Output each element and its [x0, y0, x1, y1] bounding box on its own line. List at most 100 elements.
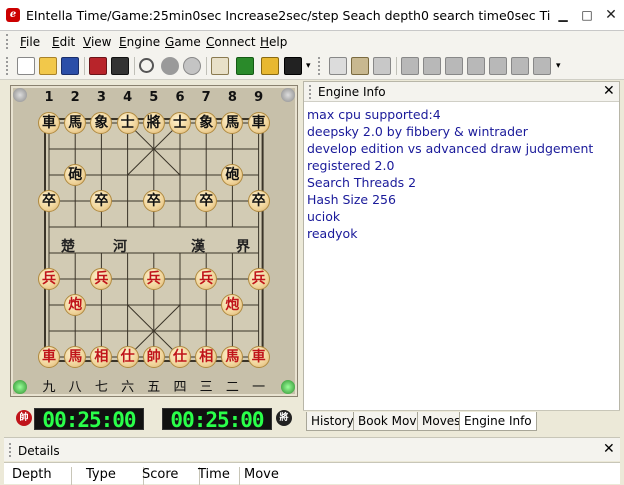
red-piece[interactable]: 仕 — [169, 346, 191, 368]
file-label: 2 — [70, 90, 80, 105]
copy-icon[interactable] — [329, 57, 347, 75]
forward-icon[interactable] — [511, 57, 529, 75]
black-piece[interactable]: 將 — [142, 112, 165, 134]
column-header-depth[interactable]: Depth — [12, 467, 72, 485]
river-label: 河 — [113, 239, 127, 255]
new-icon[interactable] — [17, 57, 35, 75]
black-piece[interactable]: 車 — [247, 112, 270, 134]
black-piece[interactable]: 士 — [169, 112, 191, 134]
menu-edit[interactable]: Edit — [52, 35, 75, 49]
file-label: 七 — [94, 380, 108, 395]
red-piece[interactable]: 仕 — [116, 346, 139, 368]
column-header-move[interactable]: Move — [244, 467, 364, 485]
black-side-indicator: 將 — [276, 410, 292, 426]
tab-engine-info[interactable]: Engine Info — [459, 412, 537, 431]
red-piece[interactable]: 車 — [38, 346, 60, 368]
undo-icon[interactable] — [401, 57, 419, 75]
black-soldier[interactable]: 卒 — [142, 190, 165, 212]
engine-line: develop edition vs advanced draw judgeme… — [307, 141, 594, 156]
file-label: 一 — [252, 380, 266, 395]
file-label: 7 — [201, 90, 211, 105]
column-header-score[interactable]: Score — [142, 467, 200, 485]
menu-help[interactable]: Help — [260, 35, 287, 49]
engine-info-panel: Engine Info ✕ max cpu supported:4 deepsk… — [303, 81, 620, 431]
engine-line: max cpu supported:4 — [307, 107, 441, 122]
black-clock: 00:25:00 — [162, 408, 272, 431]
app-icon: e — [6, 8, 20, 22]
menu-connect[interactable]: Connect — [206, 35, 256, 49]
river-label: 界 — [236, 239, 250, 255]
menu-engine[interactable]: Engine — [119, 35, 160, 49]
window-title: EIntella Time/Game:25min0sec Increase2se… — [26, 8, 550, 23]
panel-grip — [309, 85, 312, 99]
edit-position-icon[interactable] — [211, 57, 229, 75]
menu-view[interactable]: View — [83, 35, 111, 49]
clock-row: 帥 00:25:00 00:25:00 將 — [4, 406, 300, 432]
red-clock: 00:25:00 — [34, 408, 144, 431]
first-icon[interactable] — [423, 57, 441, 75]
next-icon[interactable] — [489, 57, 507, 75]
engine-line: Hash Size 256 — [307, 192, 396, 207]
details-header: Details ✕ — [4, 437, 620, 461]
stop-icon[interactable] — [161, 57, 179, 75]
menu-game[interactable]: Game — [165, 35, 201, 49]
details-table: Depth Type Score Time Move — [4, 462, 620, 485]
file-label: 八 — [68, 380, 82, 395]
toolbar-separator — [84, 57, 85, 75]
lock-icon[interactable] — [261, 57, 279, 75]
file-label: 六 — [121, 380, 135, 395]
minimize-button[interactable]: ▁ — [555, 7, 571, 23]
black-soldier[interactable]: 卒 — [38, 190, 60, 212]
refresh-icon[interactable] — [183, 57, 201, 75]
close-icon[interactable]: ✕ — [603, 441, 615, 457]
file-label: 9 — [254, 90, 264, 105]
paste-icon[interactable] — [351, 57, 369, 75]
file-label: 1 — [44, 90, 54, 105]
engine-line: deepsky 2.0 by fibbery & wintrader — [307, 124, 528, 139]
red-soldier[interactable]: 兵 — [142, 268, 165, 290]
chevron-down-icon[interactable]: ▾ — [306, 61, 311, 71]
toolbar-separator — [396, 57, 397, 75]
red-soldier[interactable]: 兵 — [38, 268, 60, 290]
tab-history[interactable]: History — [306, 412, 359, 431]
black-piece[interactable]: 士 — [116, 112, 139, 134]
print-icon[interactable] — [89, 57, 107, 75]
move-icon[interactable] — [236, 57, 254, 75]
close-button[interactable]: ✕ — [603, 7, 619, 23]
column-header-time[interactable]: Time — [198, 467, 240, 485]
column-header-type[interactable]: Type — [86, 467, 144, 485]
menu-file[interactable]: File — [20, 35, 40, 49]
paste-special-icon[interactable] — [373, 57, 391, 75]
engine-line: registered 2.0 — [307, 158, 395, 173]
black-soldier[interactable]: 卒 — [247, 190, 270, 212]
find-icon[interactable] — [139, 58, 154, 73]
file-label: 九 — [42, 380, 56, 395]
river-label: 楚 — [61, 239, 75, 255]
corner-knob-icon — [13, 380, 27, 394]
file-label: 二 — [225, 380, 239, 395]
file-label: 四 — [173, 380, 187, 395]
print-preview-icon[interactable] — [111, 57, 129, 75]
menu-bar: File Edit View Engine Game Connect Help — [0, 31, 624, 53]
save-icon[interactable] — [61, 57, 79, 75]
back-icon[interactable] — [445, 57, 463, 75]
xiangqi-board[interactable]: 123456789 九八七六五四三二一 楚 河 漢 界 車馬象士將士象馬車砲砲卒… — [10, 85, 298, 397]
prev-icon[interactable] — [467, 57, 485, 75]
engine-line: uciok — [307, 209, 341, 224]
red-side-indicator: 帥 — [16, 410, 32, 426]
details-title: Details — [18, 444, 60, 458]
chevron-down-icon[interactable]: ▾ — [556, 61, 561, 71]
last-icon[interactable] — [533, 57, 551, 75]
red-piece[interactable]: 車 — [247, 346, 270, 368]
menu-grip — [6, 34, 10, 49]
maximize-button[interactable]: □ — [579, 7, 595, 23]
red-soldier[interactable]: 兵 — [247, 268, 270, 290]
hammer-icon[interactable] — [284, 57, 302, 75]
close-icon[interactable]: ✕ — [603, 83, 615, 99]
open-icon[interactable] — [39, 57, 57, 75]
file-label: 5 — [149, 90, 159, 105]
toolbar-grip — [318, 57, 322, 75]
file-label: 4 — [123, 90, 133, 105]
black-piece[interactable]: 車 — [38, 112, 60, 134]
red-piece[interactable]: 帥 — [142, 346, 165, 368]
